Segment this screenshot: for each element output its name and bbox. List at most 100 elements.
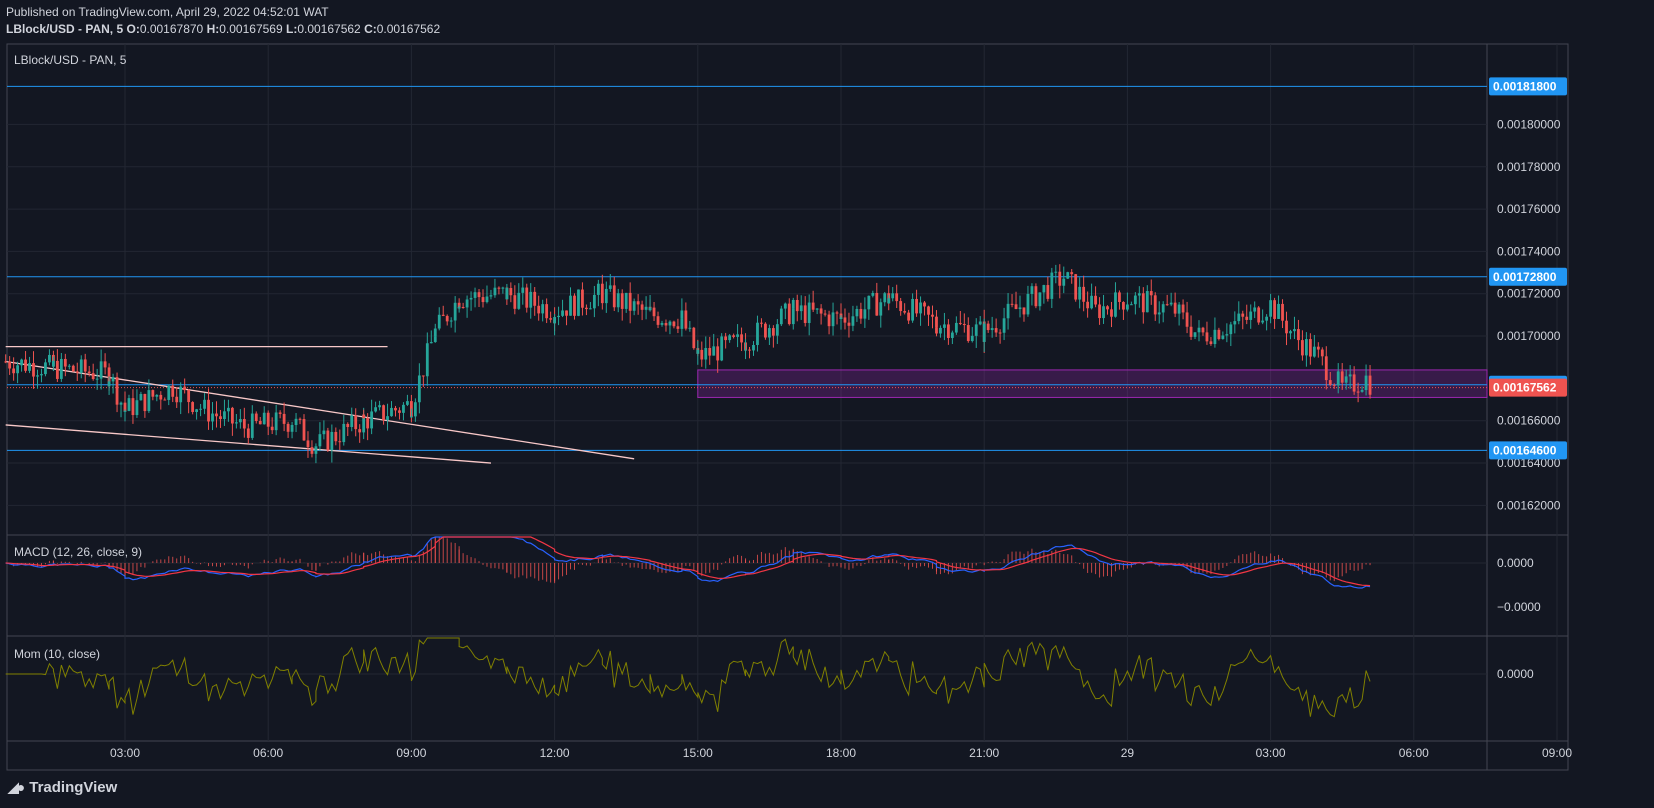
candle-body [756, 322, 759, 346]
candle-body [1145, 291, 1149, 313]
candle-body [1277, 303, 1280, 319]
candle-body [978, 321, 982, 325]
candle-body [962, 323, 966, 326]
candle-body [1265, 316, 1269, 321]
candle-body [573, 295, 576, 316]
candle-body [863, 309, 867, 319]
candle-body [839, 317, 843, 320]
candle-body [1356, 391, 1360, 393]
candle-body [1209, 341, 1213, 345]
candle-body [1018, 307, 1022, 310]
level-tag-label: 0.00164600 [1493, 443, 1557, 457]
candle-body [28, 363, 31, 371]
candle-body [127, 398, 131, 411]
candle-body [135, 400, 139, 416]
candle-body [163, 399, 167, 401]
candle-body [903, 311, 907, 313]
candle-body [465, 299, 469, 308]
candle-body [322, 430, 326, 435]
candle-body [569, 295, 572, 316]
candle-body [1197, 327, 1201, 333]
candle-body [107, 381, 111, 387]
mom-label: Mom (10, close) [14, 647, 100, 661]
candle-body [1110, 309, 1113, 317]
candle-body [382, 405, 385, 421]
candle-body [1312, 346, 1316, 357]
candle-body [223, 411, 226, 420]
x-tick-label: 21:00 [969, 746, 999, 760]
level-tag-label: 0.00172800 [1493, 270, 1557, 284]
candle-body [238, 419, 242, 423]
candle-body [1161, 304, 1165, 313]
candle-body [286, 423, 290, 432]
candle-body [103, 361, 107, 368]
candle-body [513, 295, 517, 309]
candle-body [939, 327, 942, 334]
candle-body [640, 304, 644, 310]
candle-body [1320, 349, 1324, 357]
candle-body [927, 306, 930, 315]
candle-body [242, 419, 246, 429]
candle-body [370, 411, 374, 429]
candle-body [517, 292, 521, 309]
candle-body [1249, 311, 1253, 320]
candle-body [819, 308, 823, 314]
candle-body [676, 326, 680, 329]
candle-body [167, 385, 171, 400]
candle-body [990, 328, 994, 331]
current-price-label: 0.00167562 [1493, 381, 1557, 395]
candle-body [139, 393, 143, 401]
candle-body [20, 359, 23, 366]
mom-zero-label: 0.0000 [1497, 667, 1534, 681]
candle-body [1153, 295, 1157, 315]
candle-body [1305, 339, 1308, 356]
candle-body [413, 402, 417, 417]
candle-body [1098, 304, 1101, 319]
candle-body [485, 296, 489, 303]
candle-body [254, 413, 258, 421]
candle-body [1185, 312, 1189, 327]
candle-body [270, 426, 274, 431]
candle-body [1229, 324, 1233, 335]
candle-body [799, 305, 803, 312]
candle-body [131, 398, 135, 416]
candle-body [509, 288, 513, 296]
candle-body [779, 308, 783, 325]
candle-body [1014, 304, 1018, 310]
candle-body [704, 348, 708, 360]
candle-body [557, 315, 560, 318]
candle-body [143, 393, 147, 412]
candle-body [1201, 327, 1205, 333]
tradingview-brand[interactable]: ◢● TradingView [8, 779, 117, 796]
candle-body [12, 368, 16, 374]
candle-body [947, 324, 950, 338]
candle-body [859, 308, 863, 319]
price-chart[interactable]: 0.00180000 0.00178000 0.00176000 0.00174000… [0, 0, 1654, 808]
candle-body [453, 302, 457, 321]
candle-body [1137, 293, 1141, 296]
candle-body [310, 447, 314, 454]
candle-body [648, 307, 652, 311]
candle-body [1281, 303, 1284, 321]
candle-body [998, 332, 1002, 334]
candle-body [994, 328, 998, 333]
candle-body [203, 399, 206, 409]
candle-body [234, 422, 238, 424]
candle-body [227, 407, 230, 412]
candle-body [815, 308, 819, 310]
candle-body [1050, 272, 1054, 299]
candle-body [632, 301, 636, 311]
candle-body [974, 324, 978, 336]
candle-body [425, 343, 429, 377]
candle-body [1062, 278, 1066, 286]
candle-body [608, 285, 612, 289]
candle-body [390, 407, 393, 417]
candle-body [441, 314, 445, 316]
candle-body [899, 301, 903, 312]
candle-body [282, 413, 286, 424]
candle-body [1328, 380, 1332, 385]
y-tick-label: 0.00180000 [1497, 117, 1561, 131]
candle-body [421, 375, 425, 377]
candle-body [600, 289, 604, 304]
candle-body [250, 413, 254, 438]
